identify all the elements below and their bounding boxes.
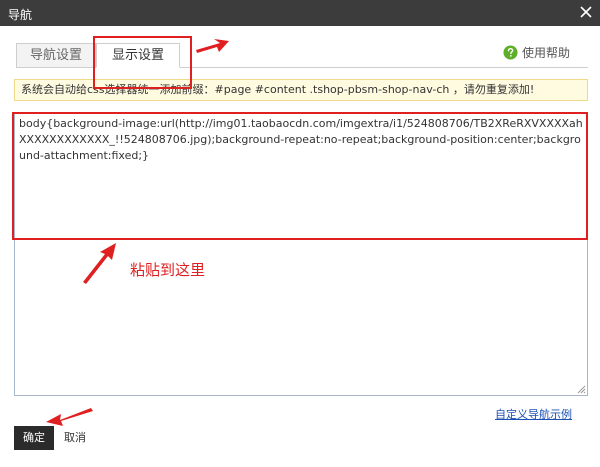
help-label: 使用帮助: [521, 45, 570, 60]
tab-nav-settings[interactable]: 导航设置: [16, 43, 96, 68]
window-titlebar: 导航: [0, 0, 600, 26]
window-title: 导航: [8, 8, 33, 22]
ok-button[interactable]: 确定: [14, 426, 54, 450]
resize-grip-icon[interactable]: [577, 385, 586, 394]
custom-nav-example-link[interactable]: 自定义导航示例: [495, 406, 572, 422]
css-prefix-notice: 系统会自动给css选择器统一添加前缀：#page #content .tshop…: [14, 79, 588, 101]
close-icon[interactable]: [578, 4, 594, 20]
help-link[interactable]: 使用帮助: [503, 43, 570, 61]
cancel-button[interactable]: 取消: [64, 426, 86, 450]
paste-here-annotation: 粘贴到这里: [130, 261, 206, 279]
tab-display-settings[interactable]: 显示设置: [96, 43, 180, 68]
help-icon: [503, 44, 518, 60]
css-editor-textarea[interactable]: body{background-image:url(http://img01.t…: [14, 112, 588, 396]
css-editor-content: body{background-image:url(http://img01.t…: [19, 117, 583, 162]
